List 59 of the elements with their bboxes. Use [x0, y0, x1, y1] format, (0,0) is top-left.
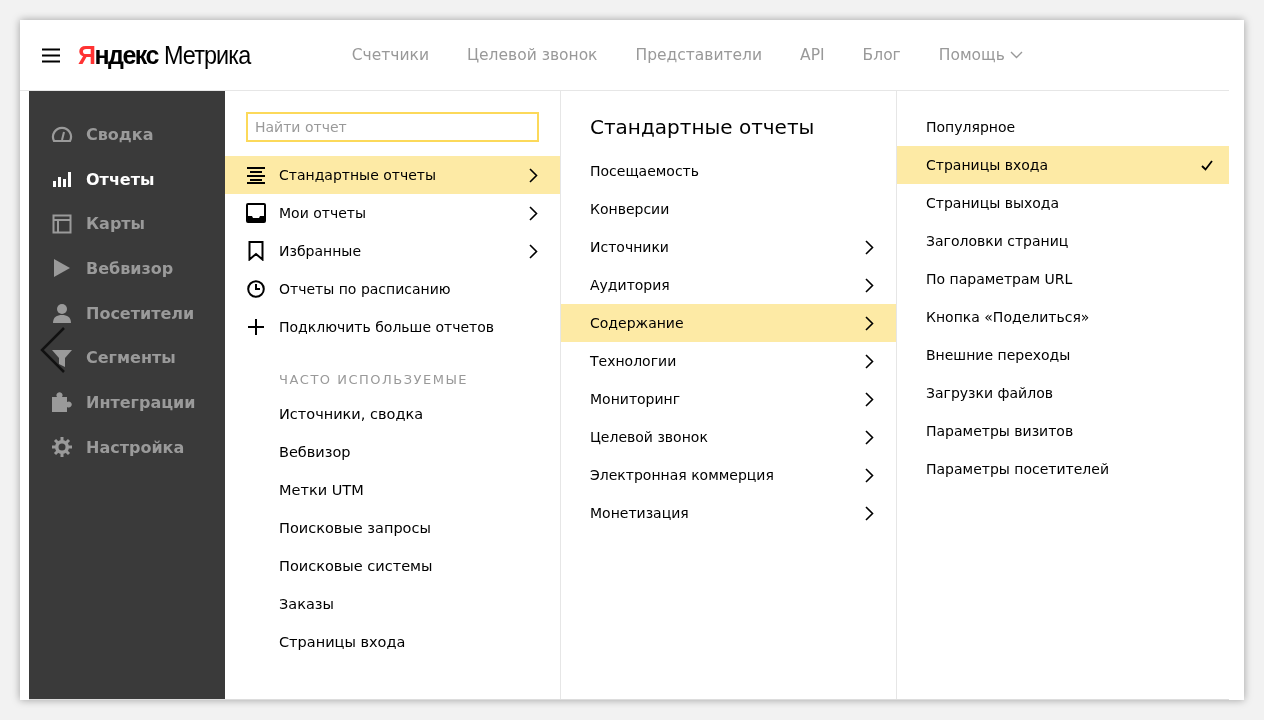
sidebar-item[interactable]: Отчеты — [29, 156, 225, 202]
sidebar-item[interactable]: Интеграции — [29, 380, 225, 425]
report-link[interactable]: Метки UTM — [225, 471, 560, 509]
sidebar-item[interactable]: Сегменты — [29, 335, 225, 381]
list-icon — [246, 166, 266, 184]
gauge-icon — [51, 124, 73, 145]
sidebar-item[interactable]: Настройка — [29, 424, 225, 470]
menu-item[interactable]: Популярное — [897, 108, 1229, 146]
bar-chart-icon — [52, 170, 72, 189]
menu-item[interactable]: Целевой звонок — [561, 418, 896, 456]
menu-item[interactable]: Стандартные отчеты — [225, 156, 560, 194]
sidebar-item[interactable]: Сводка — [29, 112, 225, 157]
menu-item[interactable]: Посещаемость — [561, 152, 896, 190]
gear-icon — [51, 436, 73, 459]
search-field[interactable]: Найти отчет — [246, 112, 539, 142]
inbox-icon — [246, 203, 266, 223]
report-link[interactable]: Поисковые системы — [225, 547, 560, 585]
menu-item[interactable]: Кнопка «Поделиться» — [897, 298, 1229, 336]
menu-icon[interactable] — [42, 47, 60, 63]
report-link[interactable]: Вебвизор — [225, 433, 560, 471]
column-title: Стандартные отчеты — [589, 114, 816, 141]
clock-icon — [247, 280, 265, 298]
report-link[interactable]: Заказы — [225, 585, 560, 623]
menu-item[interactable]: Технологии — [561, 342, 896, 380]
menu-item[interactable]: Электронная коммерция — [561, 456, 896, 494]
menu-item[interactable]: Избранные — [225, 232, 560, 270]
menu-item[interactable]: Подключить больше отчетов — [225, 308, 560, 346]
menu-item[interactable]: Мониторинг — [561, 380, 896, 418]
sidebar-item[interactable]: Посетители — [29, 290, 225, 336]
section-heading: ЧАСТО ИСПОЛЬЗУЕМЫЕ — [278, 371, 470, 389]
menu-item[interactable]: Внешние переходы — [897, 336, 1229, 374]
report-link[interactable]: Страницы входа — [225, 623, 560, 661]
funnel-icon — [52, 347, 72, 368]
menu-item[interactable]: Страницы выхода — [897, 184, 1229, 222]
menu-item[interactable]: Загрузки файлов — [897, 374, 1229, 412]
menu-item[interactable]: Содержание — [561, 304, 896, 342]
logo-product[interactable]: Метрика — [163, 39, 251, 71]
play-icon — [53, 258, 71, 279]
puzzle-icon — [51, 392, 73, 413]
menu-item[interactable]: Параметры визитов — [897, 412, 1229, 450]
logo-brand[interactable]: Яндекс — [78, 40, 158, 70]
menu-item[interactable]: Монетизация — [561, 494, 896, 532]
layout-icon — [52, 213, 72, 234]
menu-item[interactable]: Аудитория — [561, 266, 896, 304]
menu-item[interactable]: Мои отчеты — [225, 194, 560, 232]
report-link[interactable]: Источники, сводка — [225, 395, 560, 433]
menu-item[interactable]: По параметрам URL — [897, 260, 1229, 298]
menu-item[interactable]: Страницы входа — [897, 146, 1229, 184]
person-icon — [52, 303, 72, 324]
plus-icon — [247, 318, 265, 336]
menu-item[interactable]: Отчеты по расписанию — [225, 270, 560, 308]
sidebar-item[interactable]: Карты — [29, 201, 225, 247]
sidebar-item[interactable]: Вебвизор — [29, 246, 225, 291]
menu-item[interactable]: Заголовки страниц — [897, 222, 1229, 260]
report-link[interactable]: Поисковые запросы — [225, 509, 560, 547]
menu-item[interactable]: Конверсии — [561, 190, 896, 228]
bookmark-icon — [248, 241, 264, 261]
menu-item[interactable]: Источники — [561, 228, 896, 266]
menu-item[interactable]: Параметры посетителей — [897, 450, 1229, 488]
